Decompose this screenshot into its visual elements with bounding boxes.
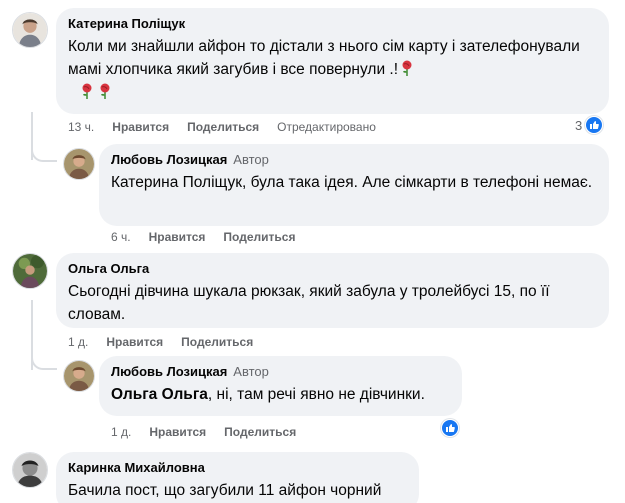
rose-icon	[402, 60, 412, 76]
thread-connector	[31, 144, 57, 162]
author-badge: Автор	[233, 152, 269, 167]
comment-text: Коли ми знайшли айфон то дістали з нього…	[68, 35, 597, 104]
rose-icon	[82, 83, 92, 99]
avatar[interactable]	[12, 253, 48, 289]
comment-text-body: , ні, там речі явно не дівчинки.	[207, 386, 425, 403]
comment-bubble: Каринка Михайловна Бачила пост, що загуб…	[56, 452, 419, 503]
comment-author[interactable]: Любовь Лозицкая	[111, 364, 227, 379]
comment-bubble: Любовь Лозицкая Автор Катерина Поліщук, б…	[99, 144, 609, 226]
comment-author[interactable]: Ольга Ольга	[68, 261, 597, 277]
reaction-count[interactable]	[441, 419, 459, 437]
like-button[interactable]: Нравится	[112, 119, 169, 135]
comment-actions: 1 д. Нравится Поделиться	[111, 424, 314, 440]
like-button[interactable]: Нравится	[149, 424, 206, 440]
comment-time[interactable]: 6 ч.	[111, 229, 131, 245]
like-icon	[441, 419, 459, 437]
avatar[interactable]	[63, 360, 95, 392]
comment-author[interactable]: Катерина Поліщук	[68, 16, 597, 32]
share-button[interactable]: Поделиться	[224, 424, 296, 440]
avatar[interactable]	[12, 452, 48, 488]
comment-text-body: Коли ми знайшли айфон то дістали з нього…	[68, 38, 580, 78]
reaction-count[interactable]: 3	[575, 116, 604, 134]
share-button[interactable]: Поделиться	[223, 229, 295, 245]
like-icon	[585, 116, 604, 134]
avatar[interactable]	[63, 148, 95, 180]
comment-bubble: Ольга Ольга Сьогодні дівчина шукала рюкз…	[56, 253, 609, 328]
author-badge: Автор	[233, 364, 269, 379]
comment-text: Бачила пост, що загубили 11 айфон чорний	[68, 482, 382, 499]
comment-text: Ольга Ольга, ні, там речі явно не дівчин…	[111, 383, 450, 406]
comment-bubble: Катерина Поліщук Коли ми знайшли айфон т…	[56, 8, 609, 114]
comment-actions: 1 д. Нравится Поделиться	[68, 334, 271, 350]
comment-author[interactable]: Каринка Михайловна	[68, 460, 407, 476]
rose-icon	[100, 83, 110, 99]
comment-time[interactable]: 13 ч.	[68, 119, 94, 135]
comment-author[interactable]: Любовь Лозицкая	[111, 152, 227, 167]
like-button[interactable]: Нравится	[149, 229, 206, 245]
comment-actions: 6 ч. Нравится Поделиться	[111, 229, 313, 245]
comment-text: Сьогодні дівчина шукала рюкзак, який заб…	[68, 283, 550, 323]
comment-bubble: Любовь Лозицкая Автор Ольга Ольга, ні, та…	[99, 356, 462, 416]
share-button[interactable]: Поделиться	[187, 119, 259, 135]
comment-time[interactable]: 1 д.	[111, 424, 131, 440]
like-button[interactable]: Нравится	[106, 334, 163, 350]
comment-author-line: Любовь Лозицкая Автор	[111, 364, 450, 380]
edited-label: Отредактировано	[277, 120, 376, 134]
comment-author-line: Любовь Лозицкая Автор	[111, 152, 597, 168]
comment-actions: 13 ч. Нравится Поделиться Отредактирован…	[68, 119, 376, 135]
thread-connector	[31, 352, 57, 370]
share-button[interactable]: Поделиться	[181, 334, 253, 350]
mention-link[interactable]: Ольга Ольга	[111, 386, 208, 403]
avatar[interactable]	[12, 12, 48, 48]
comment-text: Катерина Поліщук, була така ідея. Але сі…	[111, 174, 593, 191]
comment-time[interactable]: 1 д.	[68, 334, 88, 350]
reaction-number: 3	[575, 117, 583, 133]
